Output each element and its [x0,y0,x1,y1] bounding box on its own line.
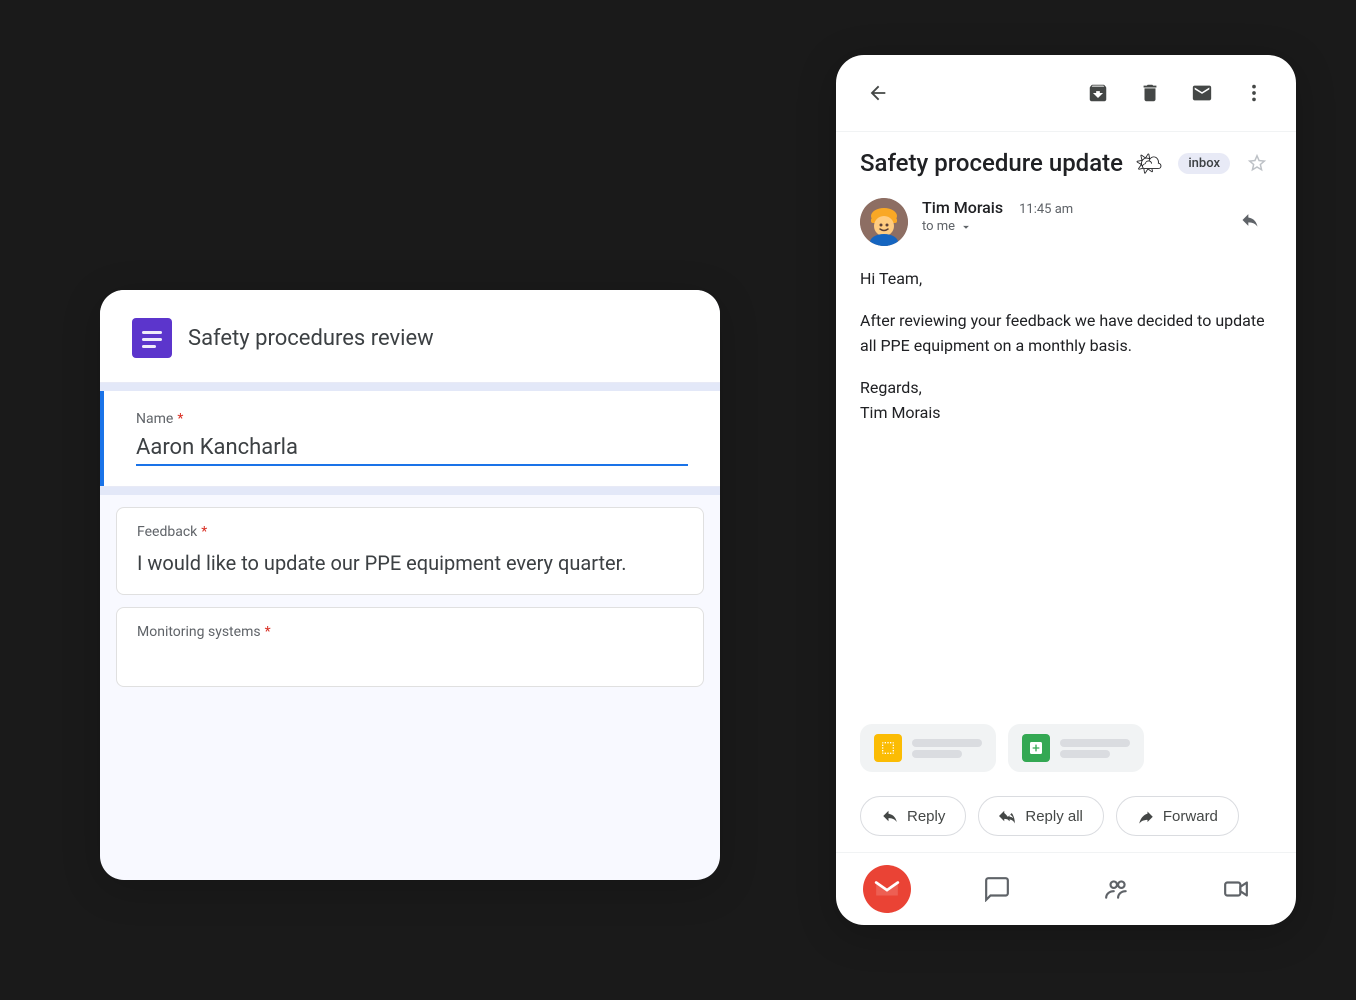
inbox-badge: inbox [1178,153,1230,174]
sender-avatar [860,198,908,246]
meet-nav-button[interactable] [1203,868,1269,910]
sender-row: Tim Morais 11:45 am to me [836,186,1296,258]
email-body: Hi Team, After reviewing your feedback w… [836,258,1296,716]
gmail-nav-button[interactable] [863,865,911,913]
reply-button[interactable]: Reply [860,796,966,836]
action-buttons: Reply Reply all Forward [836,788,1296,852]
bottom-field[interactable]: Monitoring systems * [117,608,703,656]
forms-header: Safety procedures review [100,290,720,383]
toolbar-left [856,71,900,115]
required-star: * [177,411,183,427]
archive-button[interactable] [1076,71,1120,115]
forward-button[interactable]: Forward [1116,796,1239,836]
feedback-field-wrapper: Feedback * I would like to update our PP… [116,507,704,595]
bottom-field-wrapper: Monitoring systems * [116,607,704,687]
forms-divider [100,383,720,391]
forms-divider-2 [100,487,720,495]
mark-read-button[interactable] [1180,71,1224,115]
gmail-toolbar [836,55,1296,132]
name-field-wrapper: Name * Aaron Kancharla [100,391,720,487]
forms-title: Safety procedures review [188,326,434,351]
attachment-line-1 [912,739,982,747]
star-button[interactable] [1242,148,1272,178]
subject-emoji: 🌤 [1135,152,1163,177]
bottom-required-star: * [265,624,271,640]
attachment-1-icon [874,734,902,762]
feedback-field-value[interactable]: I would like to update our PPE equipment… [137,548,683,578]
gmail-card: Safety procedure update 🌤 inbox [836,55,1296,925]
name-field[interactable]: Name * Aaron Kancharla [100,391,720,486]
attachment-line-4 [1060,750,1110,758]
name-field-value[interactable]: Aaron Kancharla [136,435,688,466]
chevron-down-icon [959,220,973,234]
sender-info: Tim Morais 11:45 am to me [922,198,1214,234]
attachment-2-text [1060,739,1130,758]
delete-button[interactable] [1128,71,1172,115]
more-button[interactable] [1232,71,1276,115]
forms-icon [132,318,172,358]
attachment-line-2 [912,750,962,758]
back-button[interactable] [856,71,900,115]
email-greeting: Hi Team, After reviewing your feedback w… [860,266,1272,426]
reply-all-button[interactable]: Reply all [978,796,1104,836]
feedback-field-label: Feedback * [137,524,683,540]
feedback-field[interactable]: Feedback * I would like to update our PP… [117,508,703,594]
attachment-1[interactable] [860,724,996,772]
attachment-line-3 [1060,739,1130,747]
sender-name-time: Tim Morais 11:45 am [922,198,1214,217]
forms-body: Name * Aaron Kancharla Feedback * I woul… [100,383,720,687]
attachment-1-text [912,739,982,758]
email-subject: Safety procedure update 🌤 [860,149,1166,177]
chat-nav-button[interactable] [964,868,1030,910]
spaces-nav-button[interactable] [1084,868,1150,910]
forms-card: Safety procedures review Name * Aaron Ka… [100,290,720,880]
attachment-2[interactable] [1008,724,1144,772]
toolbar-right [1076,71,1276,115]
attachment-2-icon [1022,734,1050,762]
reply-quick-button[interactable] [1228,198,1272,242]
feedback-required-star: * [201,524,207,540]
bottom-nav [836,852,1296,925]
name-field-label: Name * [136,411,688,427]
sender-name: Tim Morais [922,198,1003,217]
subject-row: Safety procedure update 🌤 inbox [836,132,1296,186]
bottom-field-label: Monitoring systems * [137,624,683,640]
sender-to[interactable]: to me [922,219,1214,234]
attachments-row [836,716,1296,788]
sender-time: 11:45 am [1019,202,1073,217]
